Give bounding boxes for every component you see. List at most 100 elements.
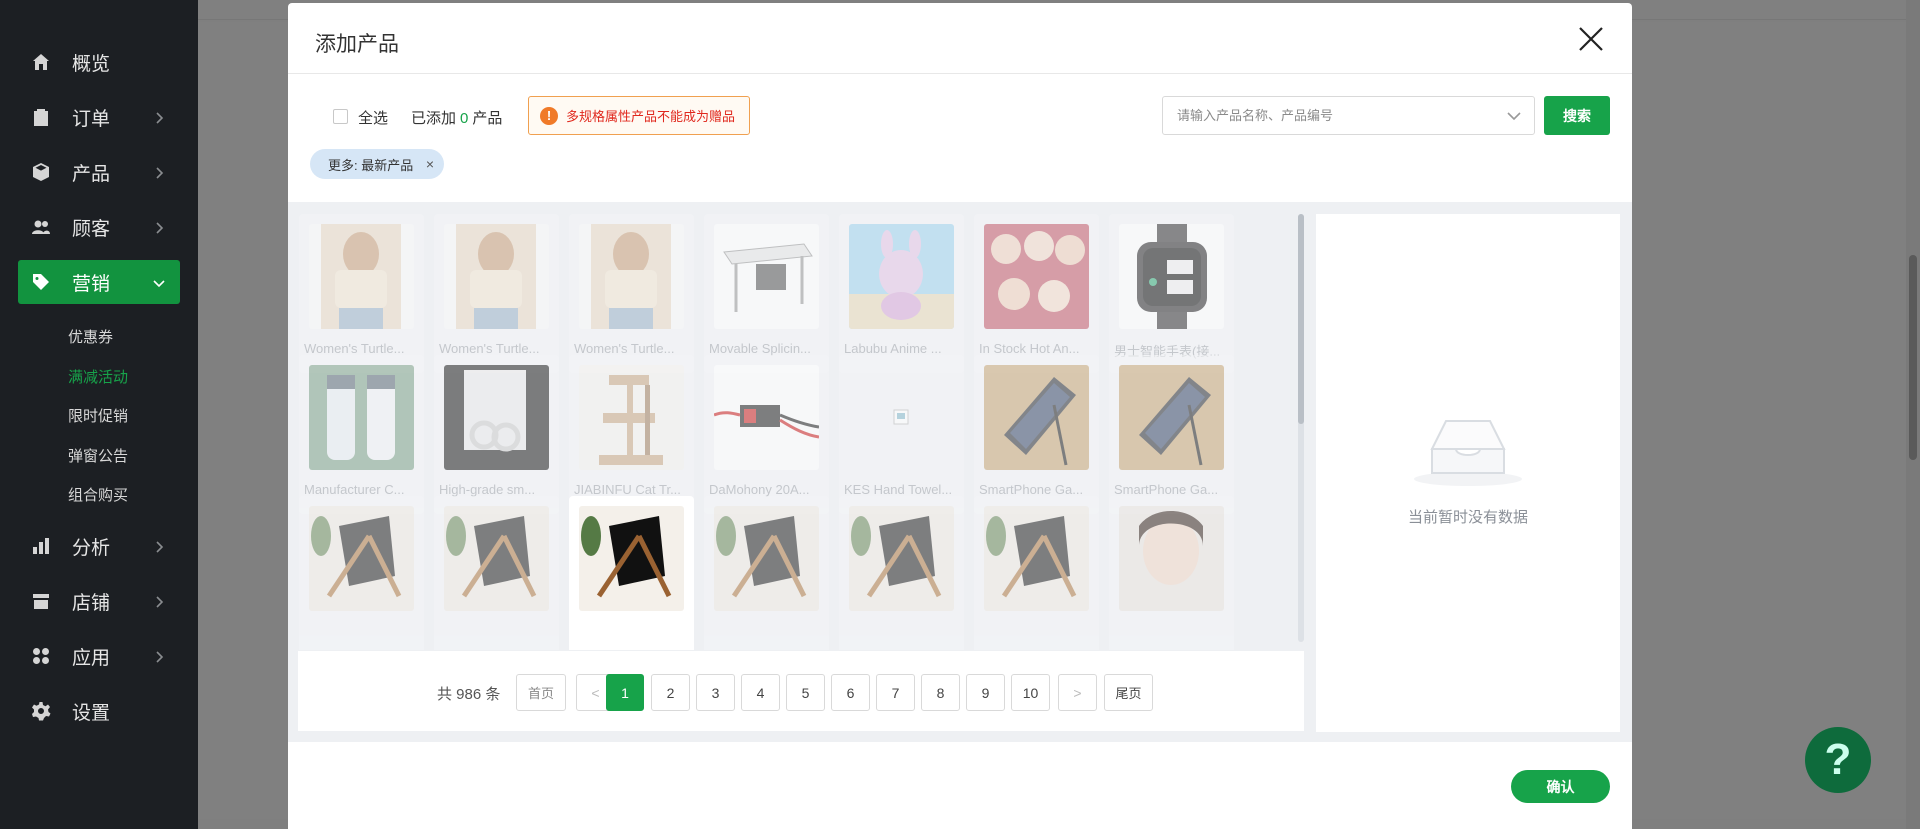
sidebar-item-customers[interactable]: 顾客 [18, 205, 180, 249]
product-image [444, 506, 549, 611]
filter-tag: 更多: 最新产品 × [310, 149, 444, 179]
product-card[interactable]: Women's Turtle... [299, 214, 424, 373]
page-scrollbar[interactable] [1906, 0, 1920, 829]
product-card[interactable]: Women's Turtle... [569, 214, 694, 373]
sidebar-item-label: 设置 [72, 702, 111, 724]
warning-notice: ! 多规格属性产品不能成为赠品 [528, 96, 750, 135]
sidebar-item-products[interactable]: 产品 [18, 150, 180, 194]
pagination-first[interactable]: 首页 [516, 674, 566, 711]
page-scrollbar-thumb[interactable] [1909, 255, 1917, 460]
sidebar-item-label: 订单 [72, 108, 111, 130]
product-card[interactable]: KES Hand Towel... [839, 355, 964, 514]
pagination-page[interactable]: 1 [606, 674, 644, 711]
product-card[interactable]: Movable Splicin... [704, 214, 829, 373]
clipboard-icon [30, 106, 52, 128]
empty-state-text: 当前暂时没有数据 [1407, 509, 1528, 526]
sidebar-item-orders[interactable]: 订单 [18, 95, 180, 139]
exclamation-icon: ! [540, 106, 558, 125]
sidebar-item-store[interactable]: 店铺 [18, 579, 180, 623]
sidebar-subitem-flash-sale[interactable]: 限时促销 [68, 405, 128, 426]
pagination-page[interactable]: 8 [921, 674, 960, 711]
sidebar-item-marketing[interactable]: 营销 [18, 260, 180, 304]
product-card[interactable]: JIABINFU Cat Tr... [569, 355, 694, 514]
product-card[interactable]: DaMohony 20A... [704, 355, 829, 514]
sidebar-item-label: 店铺 [72, 592, 111, 614]
sidebar-subitem-discount-events[interactable]: 满减活动 [68, 366, 128, 387]
product-image [444, 224, 549, 329]
tag-close-icon[interactable]: × [426, 156, 434, 172]
product-name: High-grade sm... [439, 482, 536, 497]
modal-body: Women's Turtle... Women's Turtle... Wome… [288, 202, 1632, 742]
sidebar-item-settings[interactable]: 设置 [18, 689, 180, 733]
pagination-page[interactable]: 10 [1011, 674, 1050, 711]
sidebar-item-overview[interactable]: 概览 [18, 40, 180, 84]
close-icon[interactable] [1576, 24, 1606, 54]
product-card[interactable]: SmartPhone Ga... [1109, 355, 1234, 514]
pagination-page[interactable]: 2 [651, 674, 690, 711]
help-button[interactable]: ? [1805, 727, 1871, 793]
product-card[interactable] [1109, 496, 1234, 650]
product-image [849, 506, 954, 611]
sidebar-item-label: 顾客 [72, 218, 111, 240]
product-grid: Women's Turtle... Women's Turtle... Wome… [299, 214, 1293, 650]
sidebar-subitem-coupons[interactable]: 优惠券 [68, 326, 113, 347]
pagination-page[interactable]: 6 [831, 674, 870, 711]
product-card[interactable]: In Stock Hot An... [974, 214, 1099, 373]
confirm-button[interactable]: 确认 [1511, 770, 1610, 803]
sidebar-subitem-bundle-purchase[interactable]: 组合购买 [68, 484, 128, 505]
select-all-checkbox[interactable] [333, 109, 348, 124]
gear-icon [30, 700, 52, 722]
product-image [849, 224, 954, 329]
product-image [579, 506, 684, 611]
chevron-right-icon [152, 593, 166, 608]
pagination-total: 共 986 条 [437, 686, 501, 703]
product-name: SmartPhone Ga... [979, 482, 1084, 497]
product-card[interactable] [299, 496, 424, 650]
selected-products-panel: 当前暂时没有数据 [1316, 214, 1620, 732]
product-card[interactable] [704, 496, 829, 650]
product-image [714, 224, 819, 329]
product-grid-scrollbar[interactable] [1298, 214, 1304, 642]
sidebar-item-label: 产品 [72, 163, 111, 185]
product-name: Women's Turtle... [574, 341, 675, 356]
chevron-down-icon [152, 274, 166, 288]
product-card[interactable]: High-grade sm... [434, 355, 559, 514]
product-card[interactable]: Labubu Anime ... [839, 214, 964, 373]
home-icon [30, 51, 52, 73]
chevron-down-icon[interactable] [1506, 109, 1522, 123]
product-card[interactable]: Women's Turtle... [434, 214, 559, 373]
product-card[interactable] [974, 496, 1099, 650]
sidebar: 概览 订单 产品 顾客 营销 优惠券 满减活动 限时促销 弹窗公告 组合购买 分… [0, 0, 198, 829]
pagination-page[interactable]: 7 [876, 674, 915, 711]
product-card[interactable] [569, 496, 694, 650]
pagination-page[interactable]: 4 [741, 674, 780, 711]
product-grid-scrollbar-thumb[interactable] [1298, 214, 1304, 424]
product-name: In Stock Hot An... [979, 341, 1080, 356]
product-name: SmartPhone Ga... [1114, 482, 1219, 497]
product-card[interactable] [839, 496, 964, 650]
product-image [984, 506, 1089, 611]
pagination-page[interactable]: 5 [786, 674, 825, 711]
sidebar-item-apps[interactable]: 应用 [18, 634, 180, 678]
chevron-right-icon [152, 164, 166, 179]
pagination-page[interactable]: 9 [966, 674, 1005, 711]
product-image [579, 365, 684, 470]
pagination-page[interactable]: 3 [696, 674, 735, 711]
product-card[interactable]: SmartPhone Ga... [974, 355, 1099, 514]
search-select[interactable] [1162, 96, 1535, 135]
select-all-label[interactable]: 全选 [358, 107, 388, 128]
product-card[interactable]: Manufacturer C... [299, 355, 424, 514]
added-suffix: 产品 [472, 110, 503, 127]
product-card[interactable] [434, 496, 559, 650]
sidebar-subitem-popup-notice[interactable]: 弹窗公告 [68, 445, 128, 466]
search-input[interactable] [1163, 97, 1493, 134]
product-image [714, 365, 819, 470]
chevron-right-icon [152, 109, 166, 124]
product-name: Manufacturer C... [304, 482, 405, 497]
search-button[interactable]: 搜索 [1544, 96, 1610, 135]
chevron-right-icon [152, 219, 166, 234]
product-card[interactable]: 男士智能手表(接... [1109, 214, 1234, 373]
pagination-next[interactable]: > [1058, 674, 1097, 711]
sidebar-item-analytics[interactable]: 分析 [18, 524, 180, 568]
pagination-last[interactable]: 尾页 [1104, 674, 1153, 711]
